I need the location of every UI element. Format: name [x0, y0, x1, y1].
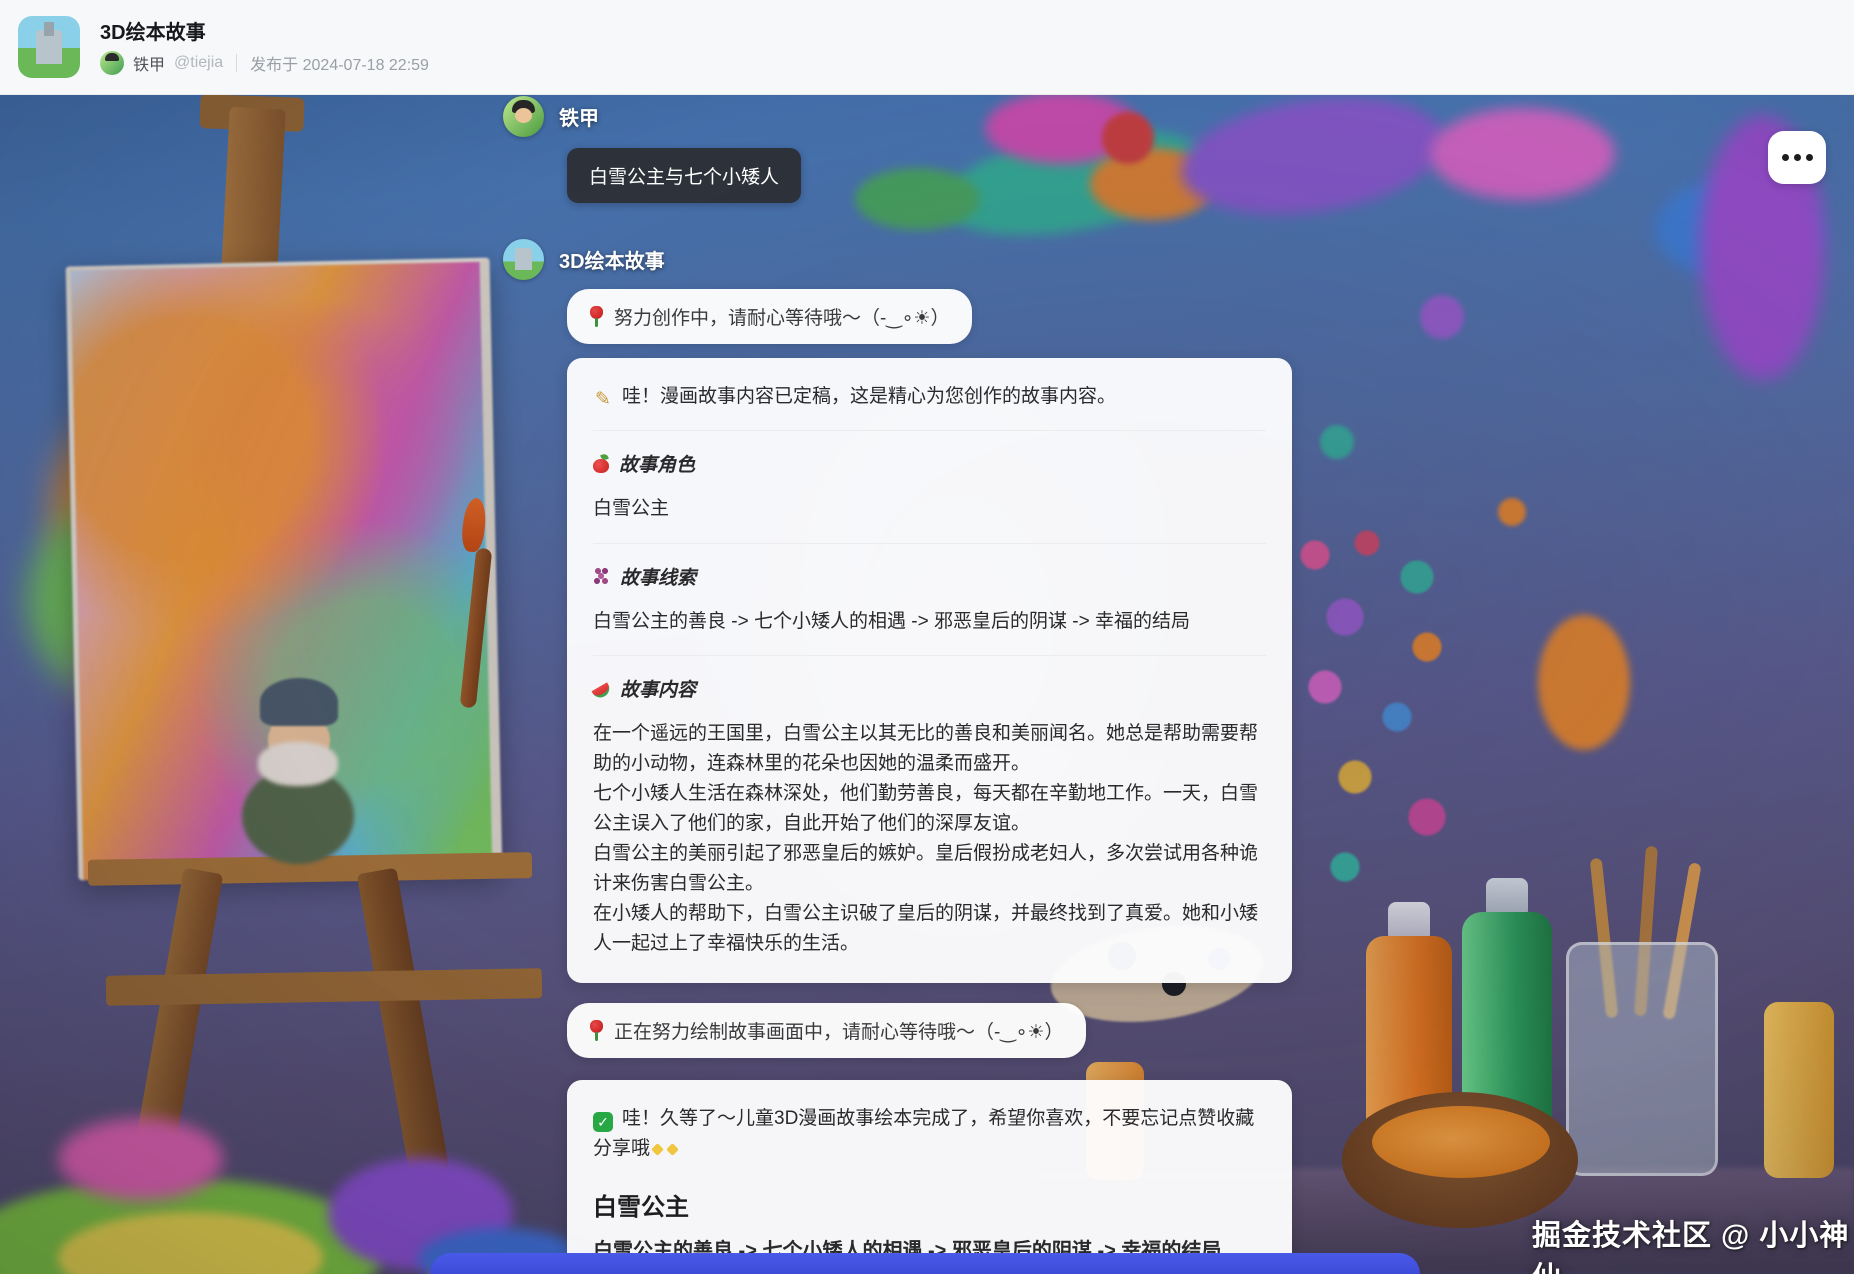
ellipsis-icon — [1806, 154, 1813, 161]
watermark: 掘金技术社区 @ 小小神仙 — [1532, 1212, 1854, 1274]
apple-icon — [593, 454, 610, 474]
status-text: 努力创作中，请耐心等待哦～（-‿∘☀） — [614, 303, 950, 330]
section-body-clues: 白雪公主的善良 -> 七个小矮人的相遇 -> 邪恶皇后的阴谋 -> 幸福的结局 — [593, 607, 1266, 636]
rose-icon — [589, 306, 604, 327]
divider — [593, 543, 1266, 544]
user-name: 铁甲 — [559, 102, 599, 131]
bottom-action-button[interactable] — [430, 1253, 1420, 1274]
section-body-roles: 白雪公主 — [593, 494, 1266, 523]
divider — [593, 655, 1266, 656]
check-icon — [593, 1112, 613, 1132]
card-intro-text: 哇！漫画故事内容已定稿，这是精心为您创作的故事内容。 — [622, 386, 1116, 407]
status-bubble-creating: 努力创作中，请耐心等待哦～（-‿∘☀） — [567, 289, 972, 344]
bot-avatar[interactable] — [503, 239, 544, 280]
watermelon-icon — [591, 682, 612, 701]
story-paragraph: 白雪公主的美丽引起了邪恶皇后的嫉妒。皇后假扮成老妇人，多次尝试用各种诡计来伤害白… — [593, 839, 1266, 899]
status-bubble-drawing: 正在努力绘制故事画面中，请耐心等待哦～（-‿∘☀） — [567, 1003, 1086, 1058]
app-logo-icon — [18, 16, 80, 78]
user-message-bubble[interactable]: 白雪公主与七个小矮人 — [567, 148, 801, 203]
card-intro: 哇！久等了～儿童3D漫画故事绘本完成了，希望你喜欢，不要忘记点赞收藏分享哦 — [593, 1104, 1266, 1163]
app-title: 3D绘本故事 — [100, 16, 206, 45]
ellipsis-icon — [1794, 154, 1801, 161]
bot-message-header: 3D绘本故事 — [503, 239, 1303, 280]
divider — [593, 430, 1266, 431]
story-paragraph: 七个小矮人生活在森林深处，他们勤劳善良，每天都在辛勤地工作。一天，白雪公主误入了… — [593, 779, 1266, 839]
story-draft-card: 哇！漫画故事内容已定稿，这是精心为您创作的故事内容。 故事角色 白雪公主 故事线… — [567, 358, 1292, 983]
rose-icon — [589, 1020, 604, 1041]
author-meta: 铁甲 @tiejia 发布于 2024-07-18 22:59 — [100, 50, 429, 76]
page: 3D绘本故事 铁甲 @tiejia 发布于 2024-07-18 22:59 铁… — [0, 0, 1854, 1274]
section-title-content: 故事内容 — [593, 675, 1266, 702]
author-avatar — [100, 51, 124, 75]
author-name: 铁甲 — [133, 51, 165, 75]
section-title-text: 故事线索 — [620, 563, 696, 590]
card-intro: 哇！漫画故事内容已定稿，这是精心为您创作的故事内容。 — [593, 382, 1266, 411]
writing-hand-icon — [593, 390, 613, 410]
status-text: 正在努力绘制故事画面中，请耐心等待哦～（-‿∘☀） — [614, 1017, 1064, 1044]
meta-divider — [236, 54, 237, 72]
sparkles-icon — [651, 1143, 664, 1156]
ellipsis-icon — [1782, 154, 1789, 161]
story-paragraph: 在一个遥远的王国里，白雪公主以其无比的善良和美丽闻名。她总是帮助需要帮助的小动物… — [593, 719, 1266, 779]
section-title-clues: 故事线索 — [593, 563, 1266, 590]
story-title: 白雪公主 — [593, 1187, 1266, 1222]
story-result-card: 哇！久等了～儿童3D漫画故事绘本完成了，希望你喜欢，不要忘记点赞收藏分享哦 白雪… — [567, 1080, 1292, 1274]
publish-time: 发布于 2024-07-18 22:59 — [250, 51, 429, 75]
card-intro-text: 哇！久等了～儿童3D漫画故事绘本完成了，希望你喜欢，不要忘记点赞收藏分享哦 — [593, 1108, 1254, 1158]
author-handle: @tiejia — [174, 54, 223, 72]
story-paragraph: 在小矮人的帮助下，白雪公主识破了皇后的阴谋，并最终找到了真爱。她和小矮人一起过上… — [593, 899, 1266, 959]
chat-thread: 铁甲 白雪公主与七个小矮人 3D绘本故事 努力创作中，请耐心等待哦～（-‿∘☀）… — [503, 96, 1303, 1274]
user-avatar[interactable] — [503, 96, 544, 137]
section-title-text: 故事内容 — [620, 675, 696, 702]
user-message-header: 铁甲 — [503, 96, 1303, 137]
more-options-button[interactable] — [1768, 131, 1826, 184]
header-bar: 3D绘本故事 铁甲 @tiejia 发布于 2024-07-18 22:59 — [0, 0, 1854, 95]
sparkles-icon — [666, 1143, 679, 1156]
section-title-text: 故事角色 — [619, 450, 695, 477]
section-title-roles: 故事角色 — [593, 450, 1266, 477]
grapes-icon — [593, 567, 611, 586]
bot-name: 3D绘本故事 — [559, 245, 665, 274]
